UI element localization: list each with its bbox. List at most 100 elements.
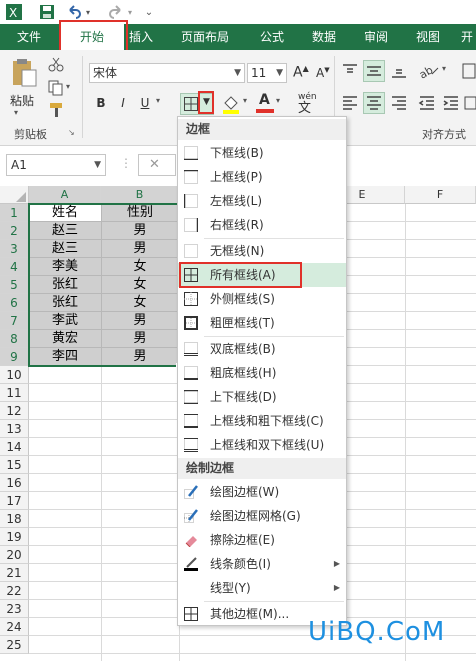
copy-icon[interactable] [48, 80, 64, 96]
row-header-13[interactable]: 13 [0, 420, 29, 438]
decrease-indent-icon[interactable] [418, 94, 436, 112]
tab-formulas[interactable]: 公式 [252, 24, 292, 50]
menu-item-line-color[interactable]: 线条颜色(I) ▶ [178, 552, 346, 576]
redo-dropdown-icon[interactable]: ▾ [126, 3, 134, 21]
row-header-18[interactable]: 18 [0, 510, 29, 528]
font-color-dropdown-icon[interactable]: ▾ [276, 96, 280, 105]
row-header-6[interactable]: 6 [0, 294, 29, 312]
align-left-icon[interactable] [341, 94, 359, 112]
paste-dropdown-icon[interactable]: ▾ [14, 108, 18, 117]
cut-icon[interactable] [48, 56, 64, 72]
row-header-2[interactable]: 2 [0, 222, 29, 240]
undo-icon[interactable] [66, 3, 82, 21]
fill-color-dropdown-icon[interactable]: ▾ [243, 96, 247, 105]
row-header-4[interactable]: 4 [0, 258, 29, 276]
menu-item-thick-box-border[interactable]: 粗匣框线(T) [178, 311, 346, 335]
menu-item-erase-border[interactable]: 擦除边框(E) [178, 528, 346, 552]
wrap-text-icon[interactable] [462, 62, 476, 80]
menu-item-left-border[interactable]: 左框线(L) [178, 189, 346, 213]
menu-item-right-border[interactable]: 右框线(R) [178, 213, 346, 237]
phonetic-guide-button[interactable]: wén 文 [298, 92, 317, 115]
tab-review[interactable]: 审阅 [356, 24, 396, 50]
row-header-5[interactable]: 5 [0, 276, 29, 294]
row-header-12[interactable]: 12 [0, 402, 29, 420]
clipboard-launcher-icon[interactable]: ↘ [68, 128, 76, 137]
cell-A3[interactable]: 赵三 [29, 240, 101, 258]
row-header-8[interactable]: 8 [0, 330, 29, 348]
increase-indent-icon[interactable] [442, 94, 460, 112]
cancel-icon[interactable]: ✕ [149, 157, 160, 172]
increase-font-icon[interactable]: A▲ [293, 64, 309, 81]
chevron-down-icon[interactable]: ▼ [234, 64, 241, 82]
font-name-combo[interactable]: 宋体 ▼ [89, 63, 245, 83]
menu-item-top-thick-bottom-border[interactable]: 上框线和粗下框线(C) [178, 409, 346, 433]
undo-dropdown-icon[interactable]: ▾ [84, 3, 92, 21]
orientation-dropdown-icon[interactable]: ▾ [442, 64, 446, 73]
tab-developer[interactable]: 开 [458, 24, 476, 50]
cell-A1[interactable]: 姓名 [29, 204, 101, 222]
tab-data[interactable]: 数据 [304, 24, 344, 50]
paste-icon[interactable] [10, 58, 38, 88]
row-header-11[interactable]: 11 [0, 384, 29, 402]
paste-button[interactable]: 粘贴 [10, 92, 34, 109]
merge-center-icon[interactable] [464, 94, 476, 112]
cell-B8[interactable]: 男 [101, 330, 179, 348]
row-header-22[interactable]: 22 [0, 582, 29, 600]
menu-item-top-double-bottom-border[interactable]: 上框线和双下框线(U) [178, 433, 346, 457]
column-header-F[interactable]: F [405, 186, 476, 204]
cell-A5[interactable]: 张红 [29, 276, 101, 294]
italic-button[interactable]: I [114, 94, 132, 112]
decrease-font-icon[interactable]: A▼ [316, 66, 330, 80]
row-header-20[interactable]: 20 [0, 546, 29, 564]
tab-file[interactable]: 文件 [0, 24, 58, 50]
save-icon[interactable] [38, 3, 56, 21]
row-header-7[interactable]: 7 [0, 312, 29, 330]
cell-A2[interactable]: 赵三 [29, 222, 101, 240]
cell-A9[interactable]: 李四 [29, 348, 101, 366]
row-header-19[interactable]: 19 [0, 528, 29, 546]
row-header-16[interactable]: 16 [0, 474, 29, 492]
format-painter-icon[interactable] [48, 102, 64, 118]
tab-view[interactable]: 视图 [408, 24, 448, 50]
cell-B2[interactable]: 男 [101, 222, 179, 240]
row-header-15[interactable]: 15 [0, 456, 29, 474]
cell-A4[interactable]: 李美 [29, 258, 101, 276]
menu-item-top-bottom-border[interactable]: 上下框线(D) [178, 385, 346, 409]
tab-page-layout[interactable]: 页面布局 [172, 24, 238, 50]
underline-button[interactable]: U [136, 94, 154, 112]
font-color-icon[interactable]: A [256, 92, 274, 114]
bold-button[interactable]: B [92, 94, 110, 112]
bottom-align-icon[interactable] [390, 62, 408, 80]
cell-A6[interactable]: 张红 [29, 294, 101, 312]
row-header-24[interactable]: 24 [0, 618, 29, 636]
top-align-icon[interactable] [341, 62, 359, 80]
menu-item-draw-border[interactable]: 绘图边框(W) [178, 480, 346, 504]
menu-item-line-style[interactable]: 线型(Y) ▶ [178, 576, 346, 600]
cell-B1[interactable]: 性别 [101, 204, 179, 222]
redo-icon[interactable] [108, 3, 124, 21]
underline-dropdown-icon[interactable]: ▾ [156, 96, 160, 105]
row-header-23[interactable]: 23 [0, 600, 29, 618]
align-center-icon[interactable] [363, 92, 385, 114]
cell-B4[interactable]: 女 [101, 258, 179, 276]
menu-item-thick-bottom-border[interactable]: 粗底框线(H) [178, 361, 346, 385]
row-header-9[interactable]: 9 [0, 348, 29, 366]
name-box[interactable]: A1 ▼ [6, 154, 106, 176]
chevron-down-icon[interactable]: ▼ [276, 64, 283, 82]
cell-B3[interactable]: 男 [101, 240, 179, 258]
font-size-combo[interactable]: 11 ▼ [247, 63, 287, 83]
cell-A8[interactable]: 黄宏 [29, 330, 101, 348]
menu-item-top-border[interactable]: 上框线(P) [178, 165, 346, 189]
menu-item-double-bottom-border[interactable]: 双底框线(B) [178, 337, 346, 361]
cell-B9[interactable]: 男 [101, 348, 179, 366]
align-right-icon[interactable] [390, 94, 408, 112]
cell-B5[interactable]: 女 [101, 276, 179, 294]
row-header-14[interactable]: 14 [0, 438, 29, 456]
fill-color-icon[interactable] [222, 94, 240, 114]
row-header-10[interactable]: 10 [0, 366, 29, 384]
row-header-1[interactable]: 1 [0, 204, 29, 222]
chevron-down-icon[interactable]: ▼ [94, 155, 101, 175]
row-header-17[interactable]: 17 [0, 492, 29, 510]
cell-B7[interactable]: 男 [101, 312, 179, 330]
row-header-21[interactable]: 21 [0, 564, 29, 582]
